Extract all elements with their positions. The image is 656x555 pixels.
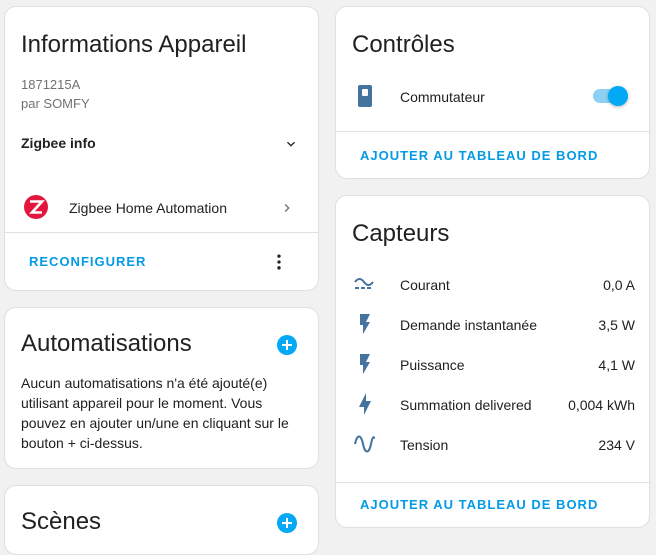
- sensor-value: 234 V: [598, 437, 635, 453]
- zigbee-info-expander[interactable]: Zigbee info: [5, 125, 318, 161]
- device-info-card: Informations Appareil 1871215A par SOMFY…: [4, 6, 319, 291]
- controls-card: Contrôles Commutateur AJOUTER AU TABLEAU…: [335, 6, 650, 179]
- add-automation-button[interactable]: [277, 335, 297, 355]
- sine-wave-icon: [354, 435, 376, 453]
- device-info-title: Informations Appareil: [21, 31, 247, 58]
- sensor-label: Puissance: [400, 357, 465, 373]
- sensors-card: Capteurs Courant 0,0 A Demande instantan…: [335, 195, 650, 528]
- sensor-label: Summation delivered: [400, 397, 532, 413]
- switch-label: Commutateur: [400, 89, 485, 105]
- switch-toggle[interactable]: [590, 83, 630, 109]
- zigbee-integration-row[interactable]: Zigbee Home Automation: [5, 189, 318, 225]
- sensors-add-to-dashboard-button[interactable]: AJOUTER AU TABLEAU DE BORD: [360, 497, 598, 512]
- sensor-row[interactable]: Demande instantanée 3,5 W: [336, 309, 649, 339]
- sensor-value: 0,0 A: [603, 277, 635, 293]
- automations-empty-text: Aucun automatisations n'a été ajouté(e) …: [21, 375, 289, 451]
- sensor-row[interactable]: Courant 0,0 A: [336, 269, 649, 299]
- automations-title: Automatisations: [21, 330, 192, 357]
- controls-divider: [336, 131, 649, 132]
- sensor-value: 0,004 kWh: [568, 397, 635, 413]
- sensor-label: Demande instantanée: [400, 317, 537, 333]
- device-info-divider: [5, 232, 318, 233]
- chevron-right-icon: [284, 204, 290, 212]
- lightning-bolt-icon: [359, 393, 371, 415]
- current-ac-icon: [354, 278, 374, 289]
- scenes-title: Scènes: [21, 508, 102, 535]
- flash-icon: [360, 314, 370, 334]
- sensor-label: Courant: [400, 277, 450, 293]
- device-model: 1871215A: [21, 77, 81, 92]
- scenes-card: Scènes: [4, 485, 319, 555]
- zigbee-logo-icon: [24, 195, 48, 219]
- integration-label: Zigbee Home Automation: [69, 200, 227, 216]
- toggle-knob: [608, 86, 628, 106]
- sensor-row[interactable]: Puissance 4,1 W: [336, 349, 649, 379]
- zigbee-info-label: Zigbee info: [21, 135, 96, 151]
- chevron-down-icon: [287, 141, 295, 147]
- more-vertical-icon[interactable]: [269, 252, 289, 272]
- add-scene-button[interactable]: [277, 513, 297, 533]
- controls-add-to-dashboard-button[interactable]: AJOUTER AU TABLEAU DE BORD: [360, 148, 598, 163]
- device-manufacturer: par SOMFY: [21, 96, 90, 111]
- reconfigure-button[interactable]: RECONFIGURER: [29, 254, 146, 269]
- sensors-divider: [336, 482, 649, 483]
- switch-device-icon: [358, 85, 372, 107]
- sensor-value: 3,5 W: [598, 317, 635, 333]
- flash-icon: [360, 354, 370, 374]
- sensors-title: Capteurs: [352, 220, 450, 247]
- sensor-value: 4,1 W: [598, 357, 635, 373]
- sensor-row[interactable]: Tension 234 V: [336, 429, 649, 459]
- controls-title: Contrôles: [352, 31, 455, 58]
- sensor-label: Tension: [400, 437, 449, 453]
- automations-card: Automatisations Aucun automatisations n'…: [4, 307, 319, 469]
- sensor-row[interactable]: Summation delivered 0,004 kWh: [336, 389, 649, 419]
